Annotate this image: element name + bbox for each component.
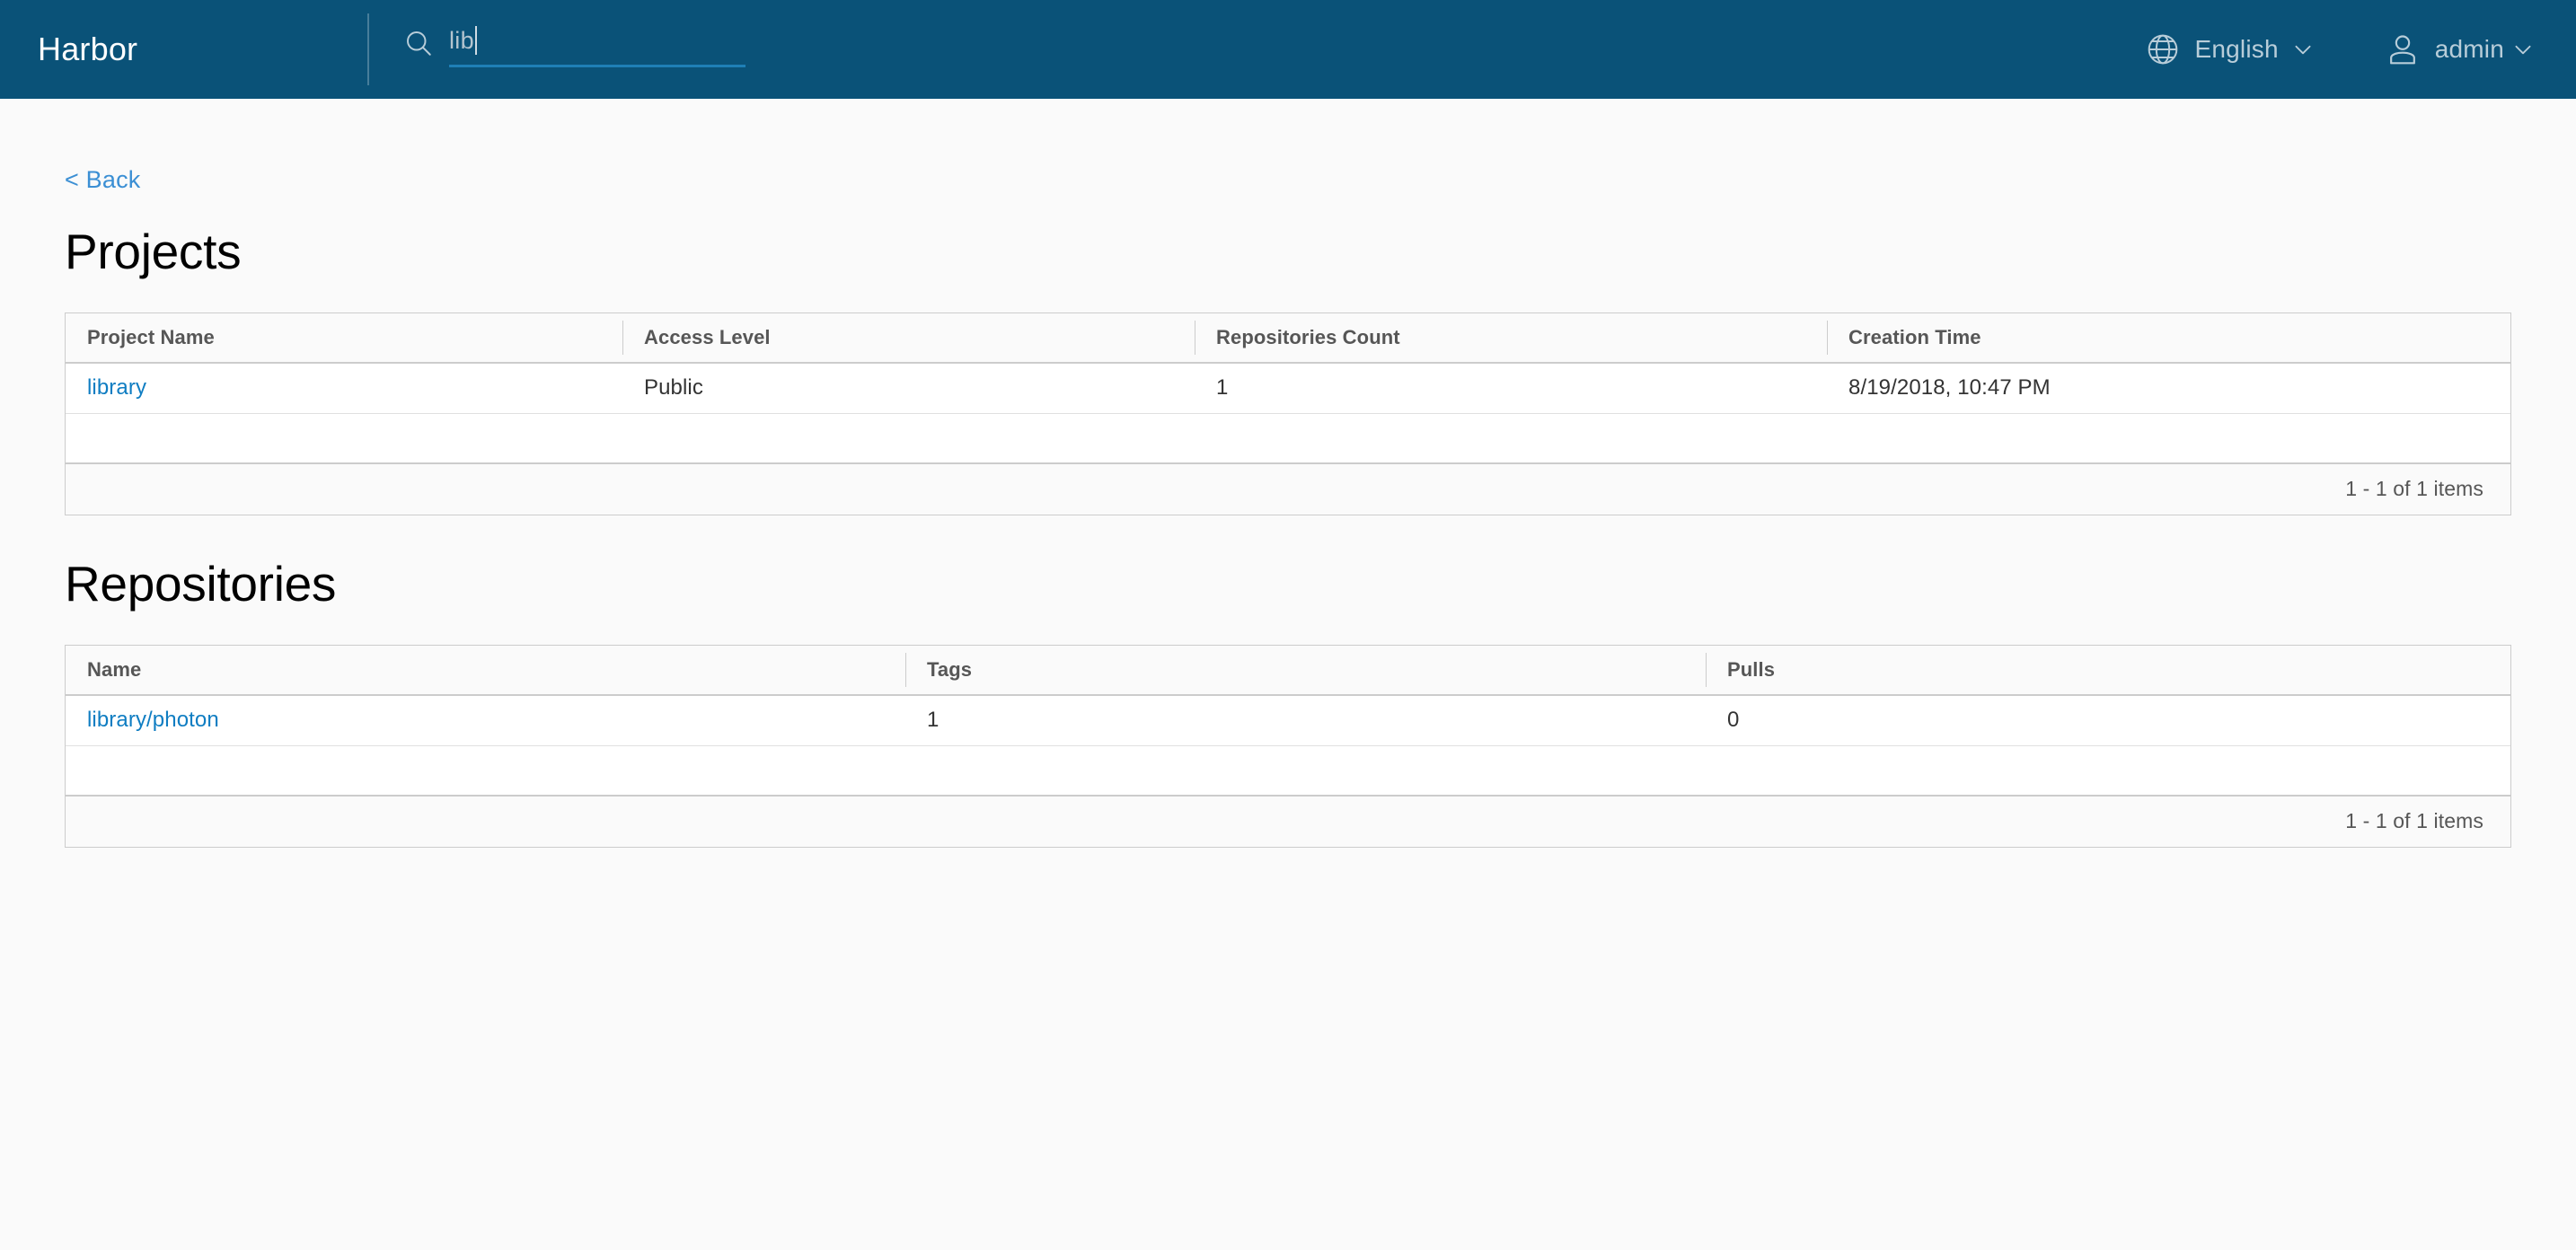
text-caret bbox=[475, 26, 477, 55]
user-label: admin bbox=[2435, 35, 2504, 64]
repositories-datagrid: Name Tags Pulls library/photon 1 0 1 - 1… bbox=[65, 645, 2511, 848]
global-search[interactable]: lib bbox=[402, 25, 754, 70]
cell-project-name: library bbox=[66, 375, 622, 401]
cell-tags: 1 bbox=[905, 708, 1706, 733]
column-header-access-level[interactable]: Access Level bbox=[622, 313, 1195, 362]
app-brand[interactable]: Harbor bbox=[38, 33, 137, 66]
cell-creation-time: 8/19/2018, 10:47 PM bbox=[1827, 375, 2510, 401]
column-header-project-name[interactable]: Project Name bbox=[66, 313, 622, 362]
page-content: < Back Projects Project Name Access Leve… bbox=[0, 99, 2576, 848]
repositories-grid-spacer bbox=[66, 746, 2510, 797]
app-header: Harbor lib English bbox=[0, 0, 2576, 99]
search-input[interactable]: lib bbox=[449, 25, 474, 56]
search-icon bbox=[402, 27, 435, 59]
header-actions: English admin bbox=[2139, 0, 2576, 99]
cell-repository-name: library/photon bbox=[66, 708, 905, 733]
chevron-down-icon bbox=[2511, 38, 2535, 61]
user-icon bbox=[2385, 31, 2421, 67]
column-header-repositories-count[interactable]: Repositories Count bbox=[1195, 313, 1827, 362]
globe-icon bbox=[2145, 31, 2181, 67]
language-label: English bbox=[2195, 35, 2279, 64]
cell-repositories-count: 1 bbox=[1195, 375, 1827, 401]
repository-name-link[interactable]: library/photon bbox=[87, 708, 219, 733]
projects-pagination-label: 1 - 1 of 1 items bbox=[2345, 477, 2483, 501]
projects-datagrid: Project Name Access Level Repositories C… bbox=[65, 312, 2511, 515]
column-header-pulls[interactable]: Pulls bbox=[1706, 646, 2510, 694]
cell-pulls: 0 bbox=[1706, 708, 2510, 733]
repositories-table-header: Name Tags Pulls bbox=[66, 646, 2510, 696]
repositories-pagination: 1 - 1 of 1 items bbox=[66, 797, 2510, 847]
projects-table-header: Project Name Access Level Repositories C… bbox=[66, 313, 2510, 364]
project-name-link[interactable]: library bbox=[87, 375, 146, 401]
repositories-pagination-label: 1 - 1 of 1 items bbox=[2345, 809, 2483, 833]
table-row[interactable]: library Public 1 8/19/2018, 10:47 PM bbox=[66, 364, 2510, 414]
projects-grid-spacer bbox=[66, 414, 2510, 464]
column-header-creation-time[interactable]: Creation Time bbox=[1827, 313, 2510, 362]
column-header-tags[interactable]: Tags bbox=[905, 646, 1706, 694]
user-menu[interactable]: admin bbox=[2379, 31, 2540, 67]
table-row[interactable]: library/photon 1 0 bbox=[66, 696, 2510, 746]
projects-pagination: 1 - 1 of 1 items bbox=[66, 464, 2510, 515]
repositories-section-title: Repositories bbox=[65, 559, 2576, 611]
cell-access-level: Public bbox=[622, 375, 1195, 401]
column-header-name[interactable]: Name bbox=[66, 646, 905, 694]
back-link[interactable]: < Back bbox=[65, 166, 141, 194]
search-underline bbox=[449, 65, 745, 67]
page-title: Projects bbox=[65, 226, 2576, 278]
header-divider bbox=[367, 13, 369, 85]
chevron-down-icon bbox=[2291, 38, 2315, 61]
language-selector[interactable]: English bbox=[2139, 31, 2320, 67]
